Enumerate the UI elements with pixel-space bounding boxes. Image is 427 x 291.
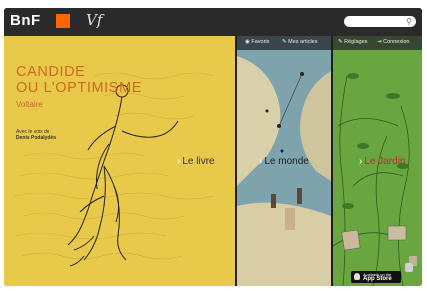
favoris-label: Favoris bbox=[251, 39, 270, 45]
drag-handle[interactable] bbox=[405, 263, 413, 272]
preface-name: Denis Podalydès bbox=[16, 135, 57, 141]
jardin-toolbar: ✎ Réglages ⇥ Connexion bbox=[333, 36, 422, 50]
app-store-badge[interactable]: Available on the App Store bbox=[351, 271, 401, 283]
orange-logo bbox=[56, 14, 70, 28]
vf-logo: Vf bbox=[86, 11, 103, 29]
chevron-right-icon: › bbox=[359, 156, 363, 167]
tag-icon: ✎ bbox=[282, 39, 287, 45]
app-store-line2: App Store bbox=[363, 276, 392, 282]
connexion-link[interactable]: ⇥ Connexion bbox=[377, 39, 409, 45]
mes-articles-label: Mes articles bbox=[288, 39, 318, 45]
book-author: Voltaire bbox=[16, 100, 43, 109]
nav-le-monde[interactable]: › Le monde bbox=[259, 156, 309, 167]
apple-icon bbox=[354, 273, 360, 280]
reglages-label: Réglages bbox=[344, 39, 368, 45]
panels: CANDIDE OU L’OPTIMISME Voltaire Avec le … bbox=[4, 36, 422, 286]
login-icon: ⇥ bbox=[377, 39, 382, 45]
bnf-logo[interactable]: BnF bbox=[10, 12, 41, 29]
top-bar: BnF Vf ⚲ bbox=[4, 8, 422, 36]
panel-jardin[interactable]: ✎ Réglages ⇥ Connexion › Le Jardin Availa… bbox=[333, 36, 422, 286]
panel-livre[interactable]: CANDIDE OU L’OPTIMISME Voltaire Avec le … bbox=[4, 36, 235, 286]
nav-le-jardin-label: Le Jardin bbox=[364, 156, 406, 167]
wrench-icon: ✎ bbox=[338, 39, 343, 45]
book-title-line2: OU L’OPTIMISME bbox=[16, 80, 143, 96]
nav-le-livre[interactable]: › Le livre bbox=[177, 156, 215, 167]
search-input[interactable]: ⚲ bbox=[344, 16, 416, 27]
monde-toolbar: ◉ Favoris ✎ Mes articles bbox=[237, 36, 331, 50]
nav-le-livre-label: Le livre bbox=[182, 156, 215, 167]
eye-icon: ◉ bbox=[245, 39, 250, 45]
reglages-link[interactable]: ✎ Réglages bbox=[338, 39, 367, 45]
app-window: BnF Vf ⚲ CANDIDE OU L’OPTIMISME Voltaire… bbox=[4, 8, 422, 286]
nav-le-monde-label: Le monde bbox=[264, 156, 309, 167]
favoris-link[interactable]: ◉ Favoris bbox=[245, 39, 269, 45]
chevron-right-icon: › bbox=[177, 156, 181, 167]
panel-monde[interactable]: ◉ Favoris ✎ Mes articles › Le monde bbox=[237, 36, 331, 286]
nav-le-jardin[interactable]: › Le Jardin bbox=[359, 156, 405, 167]
connexion-label: Connexion bbox=[383, 39, 410, 45]
book-title: CANDIDE OU L’OPTIMISME bbox=[16, 64, 142, 96]
search-icon[interactable]: ⚲ bbox=[406, 17, 412, 26]
mes-articles-link[interactable]: ✎ Mes articles bbox=[282, 39, 317, 45]
chevron-right-icon: › bbox=[259, 156, 263, 167]
book-title-line1: CANDIDE bbox=[16, 64, 86, 80]
